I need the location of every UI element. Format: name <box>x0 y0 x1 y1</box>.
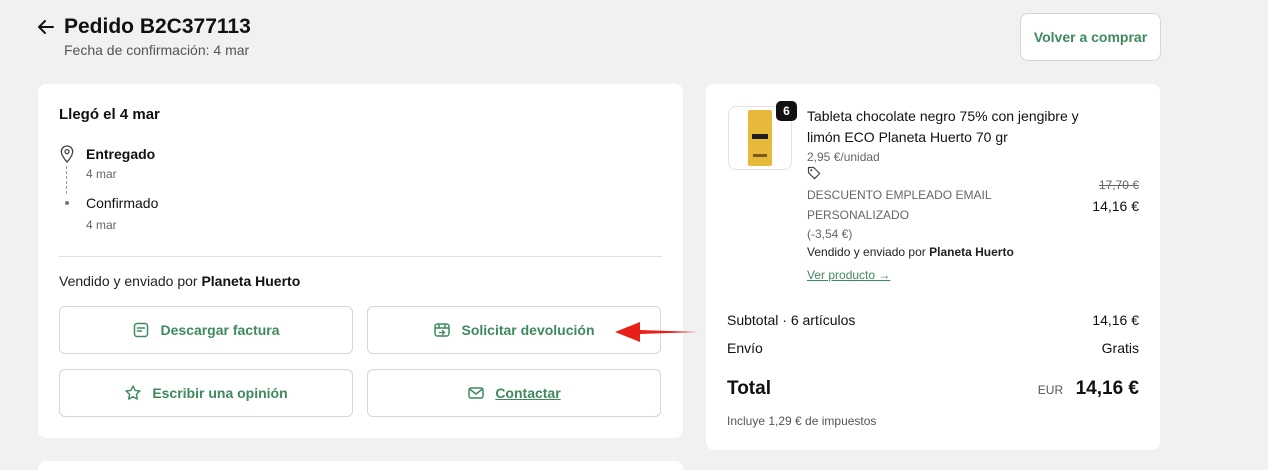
unit-price: 2,95 €/unidad <box>807 150 880 164</box>
timeline-date-confirmed: 4 mar <box>86 218 117 232</box>
mail-icon <box>468 387 485 399</box>
product-name: Tableta chocolate negro 75% con jengibre… <box>807 108 1079 145</box>
tax-note: Incluye 1,29 € de impuestos <box>727 414 877 428</box>
confirmation-date: Fecha de confirmación: 4 mar <box>64 42 250 58</box>
request-return-label: Solicitar devolución <box>461 322 595 338</box>
subtotal-value: 14,16 € <box>1092 312 1139 328</box>
total-value: 14,16 € <box>1075 378 1139 399</box>
timeline-connector <box>66 166 67 194</box>
location-pin-icon <box>60 145 74 163</box>
write-review-label: Escribir una opinión <box>152 385 288 401</box>
timeline-status-delivered: Entregado <box>86 146 156 162</box>
quantity-badge: 6 <box>776 101 797 121</box>
chocolate-bar-image <box>748 110 772 166</box>
sold-by-prefix: Vendido y enviado por <box>59 273 198 289</box>
timeline-status-confirmed: Confirmado <box>86 195 159 211</box>
arrival-heading: Llegó el 4 mar <box>59 106 160 123</box>
subtotal-row: Subtotal · 6 artículos 14,16 € <box>727 312 1139 328</box>
product-seller-prefix: Vendido y enviado por <box>807 245 926 259</box>
subtotal-label: Subtotal · 6 artículos <box>727 312 856 328</box>
total-currency: EUR <box>1037 383 1064 397</box>
seller-name: Planeta Huerto <box>201 273 301 289</box>
original-price: 17,70 € <box>1098 178 1139 192</box>
divider <box>59 256 662 257</box>
view-product-link[interactable]: Ver producto → <box>807 268 890 282</box>
contact-label: Contactar <box>495 385 561 401</box>
document-icon <box>134 322 149 338</box>
write-review-button[interactable]: Escribir una opinión <box>59 369 353 417</box>
shipping-value: Gratis <box>1101 340 1139 356</box>
total-row: Total EUR 14,16 € <box>727 378 1139 400</box>
download-invoice-button[interactable]: Descargar factura <box>59 306 353 354</box>
contact-button[interactable]: Contactar <box>367 369 661 417</box>
shipping-row: Envío Gratis <box>727 340 1139 356</box>
product-seller-name: Planeta Huerto <box>929 245 1014 259</box>
order-status-card: Llegó el 4 mar Entregado 4 mar Confirmad… <box>38 84 683 438</box>
discount-amount: (-3,54 €) <box>807 227 853 241</box>
product-seller: Vendido y enviado por Planeta Huerto <box>807 245 1014 259</box>
order-summary-card: 6 Tableta chocolate negro 75% con jengib… <box>706 84 1160 450</box>
page-title: Pedido B2C377113 <box>64 15 251 38</box>
sold-by-text: Vendido y enviado por Planeta Huerto <box>59 273 300 289</box>
rebuy-button[interactable]: Volver a comprar <box>1020 13 1161 61</box>
timeline-dot <box>65 201 69 205</box>
annotation-arrow-icon <box>615 322 698 342</box>
tag-icon <box>807 166 821 180</box>
discount-label: DESCUENTO EMPLEADO EMAIL PERSONALIZADO <box>807 188 992 222</box>
download-invoice-label: Descargar factura <box>160 322 280 338</box>
next-section-card <box>38 461 683 470</box>
return-box-icon <box>434 323 451 337</box>
back-arrow-icon[interactable] <box>36 17 56 37</box>
total-label: Total <box>727 378 771 399</box>
shipping-label: Envío <box>727 340 763 356</box>
star-icon <box>125 385 141 400</box>
discounted-price: 14,16 € <box>1092 198 1139 214</box>
timeline-date-delivered: 4 mar <box>86 167 117 181</box>
